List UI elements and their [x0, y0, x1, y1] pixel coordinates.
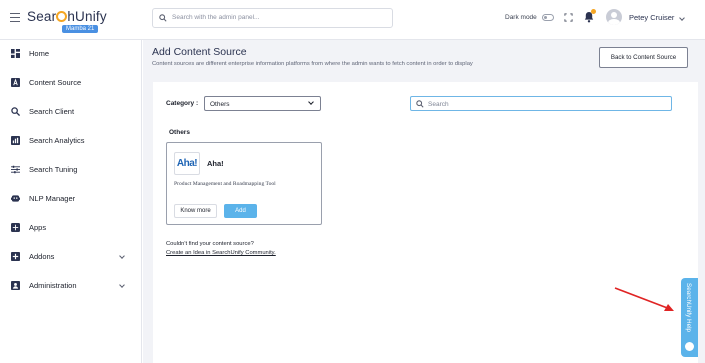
group-title: Others: [169, 129, 190, 136]
sidebar-item-administration[interactable]: Administration: [0, 276, 142, 298]
cant-find-text: Couldn't find your content source?: [166, 241, 254, 247]
logo[interactable]: Sear hUnify: [27, 9, 107, 24]
sidebar-item-search-client[interactable]: Search Client: [0, 102, 142, 124]
fullscreen-icon[interactable]: [564, 13, 573, 22]
category-value: Others: [210, 100, 230, 108]
sidebar-item-addons[interactable]: Addons: [0, 247, 142, 269]
chevron-down-icon: [308, 99, 314, 105]
avatar[interactable]: [606, 9, 622, 25]
search-icon: [159, 14, 167, 22]
sidebar-item-label: Addons: [29, 252, 55, 261]
chevron-down-icon[interactable]: [679, 15, 685, 21]
page-title: Add Content Source: [152, 46, 247, 58]
aha-logo: Aha!: [174, 152, 200, 175]
category-label: Category :: [166, 100, 199, 107]
sidebar-item-label: Administration: [29, 281, 77, 290]
source-name: Aha!: [207, 159, 224, 168]
content-source-search-input[interactable]: Search: [410, 96, 672, 111]
sidebar-item-apps[interactable]: Apps: [0, 218, 142, 240]
create-idea-link[interactable]: Create an Idea in SearchUnify Community.: [166, 250, 276, 256]
add-button[interactable]: Add: [224, 204, 257, 218]
sidebar-item-label: Search Client: [29, 107, 75, 116]
logo-mark-icon: [56, 11, 68, 22]
search-placeholder: Search: [428, 100, 449, 108]
content-source-panel: Category : Others Search Others Aha! Aha…: [153, 82, 698, 363]
logo-text-start: Sear: [27, 9, 57, 24]
sidebar: Home Content Source Search Client Search…: [0, 40, 142, 363]
searchunify-help-tab[interactable]: SearchUnify Help: [681, 278, 698, 357]
chevron-down-icon[interactable]: [119, 282, 125, 288]
hamburger-menu-icon[interactable]: [10, 13, 20, 22]
sidebar-item-label: Search Tuning: [29, 165, 78, 174]
sidebar-item-nlp-manager[interactable]: NLP Manager: [0, 189, 142, 211]
apps-icon: [11, 223, 20, 232]
dark-mode-toggle[interactable]: [542, 14, 554, 21]
sidebar-item-search-analytics[interactable]: Search Analytics: [0, 131, 142, 153]
help-face-icon: [685, 342, 694, 351]
user-name[interactable]: Petey Cruiser: [629, 13, 674, 22]
source-description: Product Management and Roadmapping Tool: [174, 181, 276, 187]
category-select[interactable]: Others: [204, 96, 321, 111]
sidebar-item-home[interactable]: Home: [0, 44, 142, 66]
logo-text-end: hUnify: [67, 9, 107, 24]
content-source-card: Aha! Aha! Product Management and Roadmap…: [166, 142, 322, 225]
sidebar-item-search-tuning[interactable]: Search Tuning: [0, 160, 142, 182]
top-bar: Sear hUnify Mamba 21 Search with the admi…: [0, 0, 705, 40]
administration-icon: [11, 281, 20, 290]
notification-dot: [591, 9, 596, 14]
sidebar-item-label: Apps: [29, 223, 47, 232]
dark-mode-label: Dark mode: [505, 14, 537, 21]
analytics-icon: [11, 136, 20, 145]
sidebar-item-label: NLP Manager: [29, 194, 76, 203]
know-more-button[interactable]: Know more: [174, 204, 217, 218]
search-icon: [416, 100, 424, 108]
dashboard-icon: [11, 49, 20, 58]
content-source-icon: [11, 78, 20, 87]
version-badge: Mamba 21: [62, 25, 99, 33]
admin-search-input[interactable]: Search with the admin panel...: [152, 8, 393, 28]
search-icon: [11, 107, 20, 116]
sidebar-item-content-source[interactable]: Content Source: [0, 73, 142, 95]
nlp-icon: [11, 195, 20, 202]
sidebar-item-label: Search Analytics: [29, 136, 85, 145]
admin-search-placeholder: Search with the admin panel...: [172, 14, 260, 21]
addons-icon: [11, 252, 20, 261]
chevron-down-icon[interactable]: [119, 253, 125, 259]
tuning-icon: [11, 165, 20, 174]
red-arrow-annotation: [614, 287, 674, 311]
sidebar-item-label: Home: [29, 49, 50, 58]
help-label: SearchUnify Help: [685, 283, 692, 332]
sidebar-item-label: Content Source: [29, 78, 82, 87]
page-subtitle: Content sources are different enterprise…: [152, 61, 473, 67]
back-to-content-source-button[interactable]: Back to Content Source: [599, 47, 688, 68]
